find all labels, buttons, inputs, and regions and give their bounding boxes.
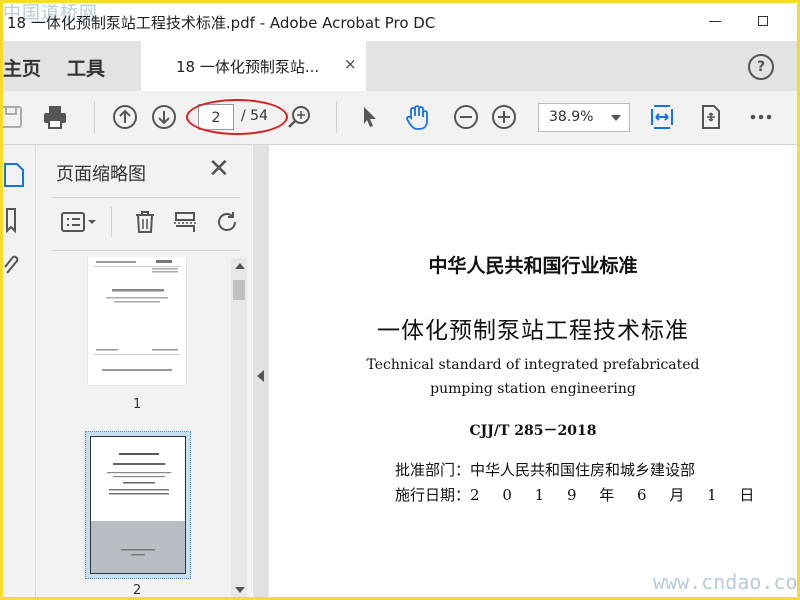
page-thumbnails-icon[interactable] — [3, 161, 27, 189]
thumbnail-page-label: 1 — [133, 397, 142, 412]
maximize-button[interactable] — [749, 7, 777, 35]
chevron-down-icon — [611, 115, 621, 121]
red-highlight-ring — [186, 99, 288, 135]
page-thumbnail-1[interactable] — [88, 257, 186, 385]
tab-tools[interactable]: 工具 — [67, 54, 105, 81]
page-thumbnail-2 — [90, 436, 186, 574]
panel-divider — [52, 197, 240, 198]
approval-value: 中华人民共和国住房和城乡建设部 — [470, 461, 696, 479]
collapse-panel-icon[interactable] — [257, 370, 264, 382]
document-tab-label: 18 一体化预制泵站... — [176, 58, 320, 76]
title-bar: 中国道桥网 18 一体化预制泵站工程技术标准.pdf - Adobe Acrob… — [3, 3, 797, 41]
fit-width-icon[interactable] — [646, 101, 678, 133]
panel-splitter[interactable] — [253, 145, 269, 597]
minimize-button[interactable] — [701, 7, 729, 35]
hand-icon[interactable] — [401, 101, 433, 133]
close-tab-icon[interactable]: × — [344, 55, 357, 73]
save-icon[interactable] — [3, 101, 27, 133]
zoom-value: 38.9% — [549, 109, 594, 125]
effective-date-line: 施行日期：2 0 1 9 年 6 月 1 日 — [395, 484, 763, 505]
zoom-in-icon[interactable] — [488, 101, 520, 133]
tab-document[interactable]: 18 一体化预制泵站... × — [141, 41, 366, 91]
zoom-dropdown[interactable]: 38.9% — [538, 103, 630, 132]
toolbar-divider — [94, 101, 95, 133]
thumbnail-options-icon[interactable] — [58, 207, 100, 237]
approval-label: 批准部门： — [395, 461, 471, 479]
panel-tool-divider — [111, 207, 112, 237]
page-thumbnail-2-selected[interactable] — [85, 431, 191, 579]
date-label: 施行日期： — [395, 486, 471, 504]
acrobat-window: 中国道桥网 18 一体化预制泵站工程技术标准.pdf - Adobe Acrob… — [3, 3, 797, 597]
panel-divider — [52, 250, 240, 251]
tab-home[interactable]: 主页 — [3, 54, 41, 81]
thumbnail-list: 1 2 — [52, 257, 228, 597]
thumbnail-scrollbar[interactable] — [231, 258, 247, 597]
document-title-en-line2: pumping station engineering — [430, 381, 636, 397]
thumbnail-page-label: 2 — [133, 583, 142, 597]
close-panel-icon[interactable]: ✕ — [208, 155, 230, 183]
scrollbar-thumb[interactable] — [233, 280, 245, 300]
insert-page-icon[interactable] — [170, 207, 200, 237]
thumbnail-gray-block — [91, 521, 185, 573]
bookmark-icon[interactable] — [3, 207, 27, 235]
window-title: 18 一体化预制泵站工程技术标准.pdf - Adobe Acrobat Pro… — [7, 14, 436, 32]
delete-page-icon[interactable] — [130, 207, 160, 237]
select-arrow-icon[interactable] — [353, 101, 385, 133]
page-thumbnails-panel: 页面缩略图 ✕ 1 2 — [36, 145, 252, 597]
document-view[interactable]: 中华人民共和国行业标准 一体化预制泵站工程技术标准 Technical stan… — [269, 145, 797, 597]
more-icon[interactable] — [745, 101, 777, 133]
rotate-page-icon[interactable] — [695, 101, 727, 133]
print-icon[interactable] — [39, 101, 71, 133]
standard-code: CJJ/T 285－2018 — [469, 423, 597, 439]
document-title-cn: 一体化预制泵站工程技术标准 — [377, 318, 689, 344]
document-title-en-line1: Technical standard of integrated prefabr… — [366, 357, 700, 373]
prev-page-icon[interactable] — [109, 101, 141, 133]
date-value: 2 0 1 9 年 6 月 1 日 — [470, 486, 764, 504]
rotate-icon[interactable] — [212, 207, 242, 237]
main-toolbar: 2 / 54 38.9% — [3, 91, 797, 145]
standard-type: 中华人民共和国行业标准 — [428, 255, 638, 277]
scroll-down-icon[interactable] — [235, 587, 245, 593]
help-icon[interactable]: ? — [748, 54, 774, 80]
tab-bar: 主页 工具 18 一体化预制泵站... × ? — [3, 41, 797, 91]
watermark-bottom: www.cndao.com — [653, 570, 797, 594]
zoom-out-icon[interactable] — [450, 101, 482, 133]
approval-line: 批准部门：中华人民共和国住房和城乡建设部 — [395, 459, 695, 480]
scroll-up-icon[interactable] — [235, 263, 245, 269]
toolbar-divider — [336, 101, 337, 133]
attachment-icon[interactable] — [3, 251, 27, 279]
next-page-icon[interactable] — [148, 101, 180, 133]
zoom-search-icon[interactable] — [283, 101, 315, 133]
left-nav-strip — [3, 145, 36, 597]
panel-title: 页面缩略图 — [56, 164, 146, 185]
